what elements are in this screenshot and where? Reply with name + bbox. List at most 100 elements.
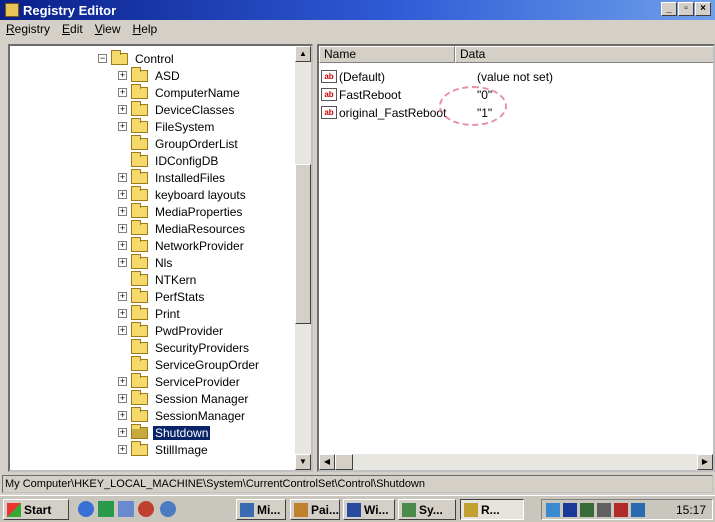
menu-edit[interactable]: Edit (56, 22, 89, 36)
value-row[interactable]: ab (Default) (value not set) (321, 68, 553, 85)
start-button[interactable]: Start (3, 499, 69, 520)
tree-item[interactable]: + ASD (118, 66, 182, 84)
tree-item[interactable]: + DeviceClasses (118, 100, 236, 118)
taskbar-button[interactable]: Wi... (343, 499, 395, 520)
values-pane[interactable]: Name Data ab (Default) (value not set) ab Fa… (317, 44, 715, 472)
tray-network-icon[interactable] (580, 502, 594, 517)
tray-monitor-icon[interactable] (614, 502, 628, 517)
menu-view[interactable]: View (89, 22, 127, 36)
string-value-icon: ab (321, 88, 337, 101)
tree-item[interactable]: + PwdProvider (118, 321, 225, 339)
expand-icon[interactable]: + (118, 445, 127, 454)
string-value-icon: ab (321, 106, 337, 119)
clock[interactable]: 15:17 (676, 503, 706, 517)
menu-registry[interactable]: Registry (0, 22, 56, 36)
tree-item[interactable]: SecurityProviders (118, 338, 251, 356)
tree-item[interactable]: + StillImage (118, 440, 210, 458)
tree-item[interactable]: + MediaProperties (118, 202, 244, 220)
taskbar-button[interactable]: R... (460, 499, 524, 520)
internet-explorer-icon[interactable] (78, 501, 94, 517)
tree-item[interactable]: + FileSystem (118, 117, 216, 135)
tray-keyboard-icon[interactable] (563, 502, 577, 517)
scroll-down-arrow-icon[interactable]: ▼ (295, 454, 311, 470)
expand-icon[interactable]: + (118, 88, 127, 97)
collapse-icon[interactable]: − (98, 54, 107, 63)
expand-icon[interactable]: + (118, 428, 127, 437)
expand-icon[interactable]: + (118, 411, 127, 420)
menu-help[interactable]: Help (127, 22, 164, 36)
folder-icon (111, 49, 128, 65)
tree-item[interactable]: + InstalledFiles (118, 168, 227, 186)
tree-item[interactable]: + ComputerName (118, 83, 242, 101)
tree-item[interactable]: + PerfStats (118, 287, 206, 305)
tree-item-label: PerfStats (155, 289, 205, 304)
tree-item[interactable]: + Session Manager (118, 389, 250, 407)
values-horizontal-scrollbar[interactable]: ◀ ▶ (319, 454, 713, 470)
show-desktop-icon[interactable] (118, 501, 134, 517)
expand-icon[interactable]: + (118, 173, 127, 182)
values-scroll-thumb[interactable] (335, 454, 353, 470)
expand-icon[interactable]: + (118, 207, 127, 216)
folder-icon (131, 185, 148, 201)
tree-item[interactable]: ServiceGroupOrder (118, 355, 261, 373)
expand-icon[interactable]: + (118, 394, 127, 403)
volume-icon[interactable] (597, 502, 611, 517)
tree-item[interactable]: + ServiceProvider (118, 372, 242, 390)
taskbar-button[interactable]: Sy... (398, 499, 456, 520)
tree-item[interactable]: + MediaResources (118, 219, 247, 237)
folder-icon (131, 355, 148, 371)
folder-icon (131, 151, 148, 167)
tree-item[interactable]: IDConfigDB (118, 151, 220, 169)
tree-item-label: Print (155, 306, 180, 321)
expand-icon[interactable]: + (118, 190, 127, 199)
scroll-up-arrow-icon[interactable]: ▲ (295, 46, 311, 62)
expand-icon[interactable]: + (118, 241, 127, 250)
taskbar: Start Mi... Pai... Wi... Sy... R... 15:17 (0, 495, 715, 522)
tree-item-label: ServiceGroupOrder (155, 357, 260, 372)
tray-scheduler-icon[interactable] (631, 502, 645, 517)
outlook-express-icon[interactable] (98, 501, 114, 517)
tree-item[interactable]: + keyboard layouts (118, 185, 248, 203)
scroll-right-arrow-icon[interactable]: ▶ (697, 454, 713, 470)
column-header-data[interactable]: Data (455, 46, 713, 63)
scroll-left-arrow-icon[interactable]: ◀ (319, 454, 335, 470)
tree-item-label: Shutdown (153, 425, 211, 440)
expand-icon[interactable]: + (118, 122, 127, 131)
tree-item[interactable]: − Control (98, 49, 176, 67)
tree-item-label: Control (135, 51, 174, 66)
folder-icon (131, 372, 148, 388)
task-app-icon (294, 502, 308, 517)
maximize-button[interactable]: ▫ (678, 2, 694, 16)
tree-item[interactable]: + Shutdown (118, 423, 211, 441)
tree-item[interactable]: + Print (118, 304, 182, 322)
expand-icon[interactable]: + (118, 105, 127, 114)
tree-pane[interactable]: − Control + ASD + ComputerName + DeviceClasses +… (8, 44, 313, 472)
expand-icon[interactable]: + (118, 258, 127, 267)
channels-icon[interactable] (138, 501, 154, 517)
expand-icon[interactable]: + (118, 326, 127, 335)
expand-icon[interactable]: + (118, 377, 127, 386)
title-bar[interactable]: Registry Editor _ ▫ × (0, 0, 715, 20)
column-header-name[interactable]: Name (319, 46, 455, 63)
tree-item[interactable]: NTKern (118, 270, 198, 288)
expand-icon[interactable]: + (118, 309, 127, 318)
expand-icon[interactable]: + (118, 71, 127, 80)
folder-icon (131, 66, 148, 82)
tree-item-label: NetworkProvider (155, 238, 244, 253)
tree-item[interactable]: + Nls (118, 253, 174, 271)
value-data: (value not set) (477, 69, 554, 84)
minimize-button[interactable]: _ (661, 2, 677, 16)
close-button[interactable]: × (695, 2, 711, 16)
expand-icon[interactable]: + (118, 224, 127, 233)
expand-icon[interactable]: + (118, 292, 127, 301)
taskbar-button[interactable]: Mi... (236, 499, 286, 520)
taskbar-button[interactable]: Pai... (290, 499, 340, 520)
tray-app-icon[interactable] (546, 502, 560, 517)
tree-item[interactable]: + NetworkProvider (118, 236, 246, 254)
tree-item[interactable]: + SessionManager (118, 406, 247, 424)
tree-item[interactable]: GroupOrderList (118, 134, 240, 152)
quicklaunch-app-icon[interactable] (160, 501, 176, 517)
tree-vertical-scrollbar[interactable]: ▲ ▼ (295, 46, 311, 470)
folder-icon (131, 117, 148, 133)
tree-scroll-thumb[interactable] (295, 164, 311, 324)
